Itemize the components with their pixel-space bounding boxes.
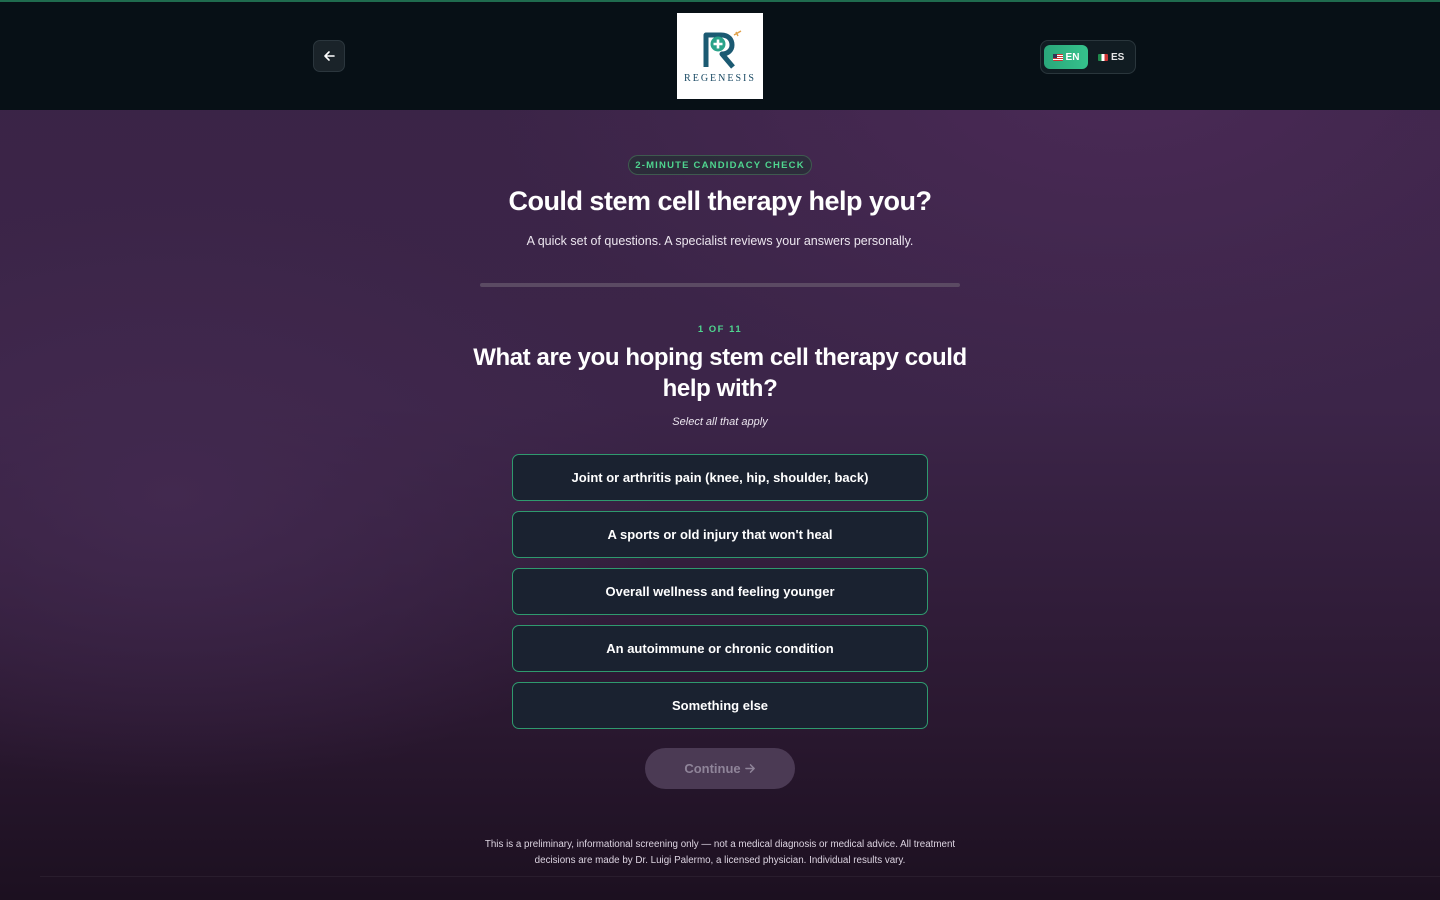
lang-en-button[interactable]: EN (1044, 45, 1088, 69)
lang-es-label: ES (1111, 51, 1125, 63)
arrow-left-icon (324, 51, 335, 61)
continue-button[interactable]: Continue (645, 748, 795, 789)
answer-option[interactable]: An autoimmune or chronic condition (512, 625, 928, 672)
page-title: Could stem cell therapy help you? (508, 186, 932, 216)
step-counter: 1 OF 11 (697, 324, 743, 335)
logo-wordmark: REGENESIS (684, 72, 756, 84)
logo-mark-icon (703, 29, 742, 69)
continue-label: Continue (684, 761, 741, 776)
answer-option[interactable]: Something else (512, 682, 928, 729)
regenesis-logo[interactable]: REGENESIS (677, 13, 763, 99)
candidacy-badge: 2-MINUTE CANDIDACY CHECK (628, 155, 812, 175)
lang-es-button[interactable]: ES (1092, 45, 1130, 69)
answer-option[interactable]: Joint or arthritis pain (knee, hip, shou… (512, 454, 928, 501)
us-flag-icon (1052, 53, 1063, 61)
footer-divider (40, 876, 1440, 877)
answer-option[interactable]: Overall wellness and feeling younger (512, 568, 928, 615)
question-hint: Select all that apply (672, 416, 768, 428)
answer-options: Joint or arthritis pain (knee, hip, shou… (512, 454, 928, 739)
question-text: What are you hoping stem cell therapy co… (473, 344, 967, 402)
medical-disclaimer: This is a preliminary, informational scr… (484, 839, 956, 866)
mx-flag-icon (1098, 53, 1108, 61)
language-switcher: EN ES (1040, 40, 1136, 74)
site-header: REGENESIS EN ES (0, 2, 1440, 110)
page-subtitle: A quick set of questions. A specialist r… (526, 234, 914, 248)
answer-option[interactable]: A sports or old injury that won't heal (512, 511, 928, 558)
lang-en-label: EN (1065, 51, 1080, 63)
progress-bar (480, 283, 960, 287)
arrow-right-icon (744, 764, 755, 773)
back-button[interactable] (313, 40, 345, 72)
